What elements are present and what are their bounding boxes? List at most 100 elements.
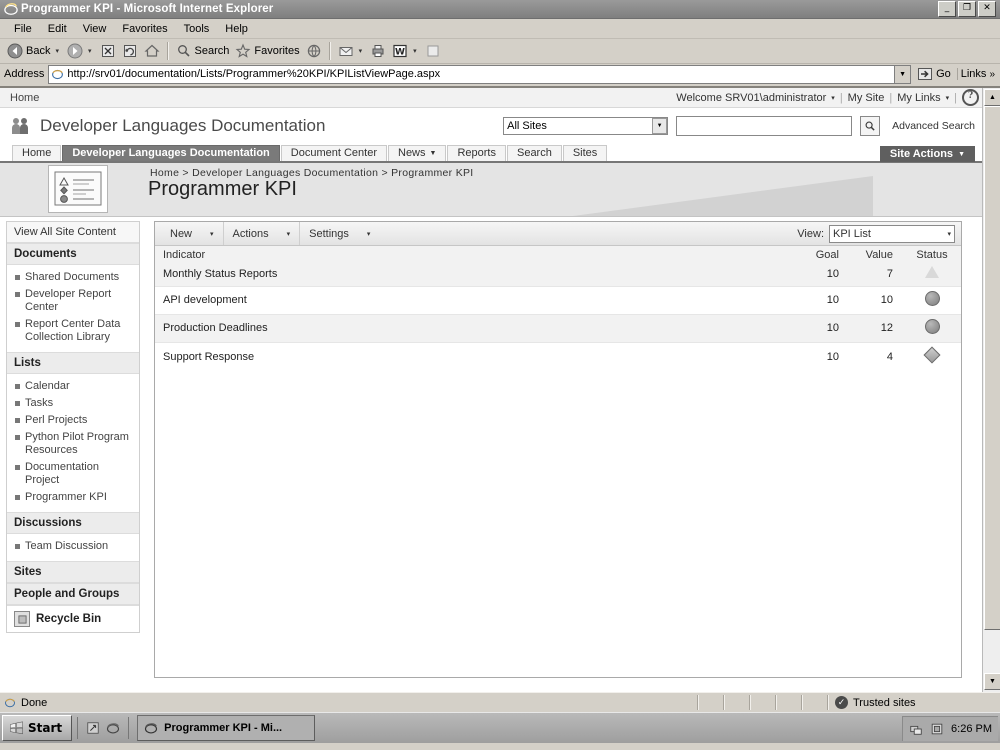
nav-heading-people-and-groups[interactable]: People and Groups (7, 583, 139, 605)
actions-button[interactable]: Actions ▾ (224, 222, 301, 245)
tab-news[interactable]: News ▼ (388, 145, 447, 161)
sidebar-item-documentation-project[interactable]: Documentation Project (7, 459, 139, 489)
search-scope-select[interactable]: All Sites ▼ (503, 117, 669, 135)
my-links-link[interactable]: My Links (897, 92, 940, 104)
favorites-button[interactable]: Favorites (232, 40, 302, 62)
links-chevrons-icon[interactable]: » (989, 69, 995, 80)
search-input[interactable] (676, 116, 853, 136)
global-home-link[interactable]: Home (10, 92, 39, 104)
minimize-button[interactable]: _ (938, 1, 956, 17)
search-button[interactable]: Search (173, 40, 233, 62)
back-button[interactable]: Back ▾ (4, 40, 64, 62)
network-activity-icon[interactable] (909, 722, 923, 736)
tab-news-chevron-down-icon[interactable]: ▼ (430, 146, 437, 161)
welcome-user[interactable]: Welcome SRV01\administrator (676, 92, 826, 104)
forward-dropdown-icon[interactable]: ▾ (86, 47, 94, 55)
menu-item-view[interactable]: View (75, 21, 115, 37)
menu-item-file[interactable]: File (6, 21, 40, 37)
column-indicator[interactable]: Indicator (155, 246, 795, 262)
menu-item-tools[interactable]: Tools (176, 21, 218, 37)
tab-document-center[interactable]: Document Center (280, 145, 387, 161)
settings-button[interactable]: Settings ▾ (300, 222, 379, 245)
edit-with-word-button[interactable]: W ▾ (389, 40, 422, 62)
sidebar-item-programmer-kpi[interactable]: Programmer KPI (7, 489, 139, 506)
tab-search[interactable]: Search (506, 145, 562, 161)
menu-item-edit[interactable]: Edit (40, 21, 75, 37)
site-actions-button[interactable]: Site Actions ▼ (879, 146, 975, 162)
forward-button[interactable]: ▾ (64, 40, 97, 62)
search-icon (177, 45, 190, 57)
launch-internet-explorer-icon[interactable] (106, 721, 120, 735)
sidebar-item-recycle-bin[interactable]: Recycle Bin (7, 605, 139, 632)
scroll-up-button[interactable]: ▲ (984, 89, 1000, 106)
tab-home[interactable]: Home (12, 145, 62, 161)
tab-developer-languages-documentation[interactable]: Developer Languages Documentation (62, 145, 280, 161)
home-button[interactable] (141, 40, 163, 62)
close-button[interactable]: ✕ (978, 1, 996, 17)
quick-launch-bar (77, 717, 130, 739)
clock[interactable]: 6:26 PM (951, 723, 992, 735)
sidebar-item-developer-report-center[interactable]: Developer Report Center (7, 286, 139, 316)
sidebar-item-python-pilot-program-resources[interactable]: Python Pilot Program Resources (7, 429, 139, 459)
messenger-button[interactable] (422, 40, 444, 62)
nav-heading-discussions[interactable]: Discussions (7, 512, 139, 534)
column-status[interactable]: Status (903, 246, 961, 262)
back-dropdown-icon[interactable]: ▾ (53, 47, 61, 55)
tab-sites[interactable]: Sites (562, 145, 608, 161)
view-select[interactable]: KPI List ▾ (829, 224, 955, 243)
nav-heading-documents[interactable]: Documents (7, 243, 139, 265)
restore-button[interactable]: ❐ (958, 1, 976, 17)
welcome-area: Welcome SRV01\administrator ▾ | My Site … (676, 89, 979, 106)
show-desktop-icon[interactable] (86, 721, 100, 735)
search-scope-chevron-down-icon[interactable]: ▼ (652, 118, 668, 134)
cell-indicator[interactable]: Monthly Status Reports (155, 262, 795, 287)
mail-button[interactable]: ▾ (335, 40, 368, 62)
print-button[interactable] (367, 40, 389, 62)
stop-button[interactable] (97, 40, 119, 62)
nav-heading-sites[interactable]: Sites (7, 561, 139, 583)
history-button[interactable] (303, 40, 325, 62)
scrollbar-thumb[interactable] (984, 106, 1000, 630)
scroll-down-button[interactable]: ▼ (984, 673, 1000, 690)
sidebar-item-perl-projects[interactable]: Perl Projects (7, 412, 139, 429)
address-dropdown-button[interactable]: ▼ (894, 64, 912, 84)
refresh-button[interactable] (119, 40, 141, 62)
vertical-scrollbar[interactable]: ▲ ▼ (982, 88, 1000, 692)
view-all-site-content-link[interactable]: View All Site Content (7, 222, 139, 243)
cell-indicator[interactable]: API development (155, 286, 795, 315)
mail-dropdown-icon[interactable]: ▾ (357, 47, 365, 55)
links-button[interactable]: Links » (956, 68, 998, 80)
sidebar-item-team-discussion[interactable]: Team Discussion (7, 538, 139, 555)
table-row[interactable]: Support Response 10 4 (155, 342, 961, 371)
new-button[interactable]: New ▾ (161, 222, 224, 245)
table-row[interactable]: Production Deadlines 10 12 (155, 314, 961, 343)
go-button[interactable]: Go (911, 66, 957, 82)
sidebar-item-calendar[interactable]: Calendar (7, 378, 139, 395)
welcome-chevron-down-icon[interactable]: ▾ (831, 94, 835, 102)
menu-item-help[interactable]: Help (217, 21, 256, 37)
tab-reports[interactable]: Reports (447, 145, 506, 161)
table-row[interactable]: API development 10 10 (155, 286, 961, 315)
cell-indicator[interactable]: Production Deadlines (155, 314, 795, 343)
my-site-link[interactable]: My Site (848, 92, 885, 104)
search-submit-button[interactable] (860, 116, 881, 136)
menu-item-favorites[interactable]: Favorites (114, 21, 175, 37)
cell-indicator[interactable]: Support Response (155, 342, 795, 371)
nav-heading-lists[interactable]: Lists (7, 352, 139, 374)
edit-dropdown-icon[interactable]: ▾ (411, 47, 419, 55)
table-row[interactable]: Monthly Status Reports 10 7 (155, 262, 961, 287)
help-icon[interactable]: ? (962, 89, 979, 106)
sidebar-item-tasks[interactable]: Tasks (7, 395, 139, 412)
sidebar-item-shared-documents[interactable]: Shared Documents (7, 269, 139, 286)
column-value[interactable]: Value (849, 246, 903, 262)
sidebar-item-report-center-data-collection-library[interactable]: Report Center Data Collection Library (7, 316, 139, 346)
advanced-search-link[interactable]: Advanced Search (888, 120, 975, 132)
network-connections-icon[interactable] (930, 722, 944, 736)
my-links-chevron-down-icon[interactable]: ▾ (946, 94, 950, 102)
taskbar-window-button[interactable]: Programmer KPI - Mi... (137, 715, 316, 741)
start-button[interactable]: Start (2, 715, 73, 741)
status-cell-4 (776, 695, 802, 710)
security-zone[interactable]: ✓ Trusted sites (828, 695, 1000, 710)
column-goal[interactable]: Goal (795, 246, 849, 262)
address-input[interactable]: http://srv01/documentation/Lists/Program… (48, 64, 895, 84)
